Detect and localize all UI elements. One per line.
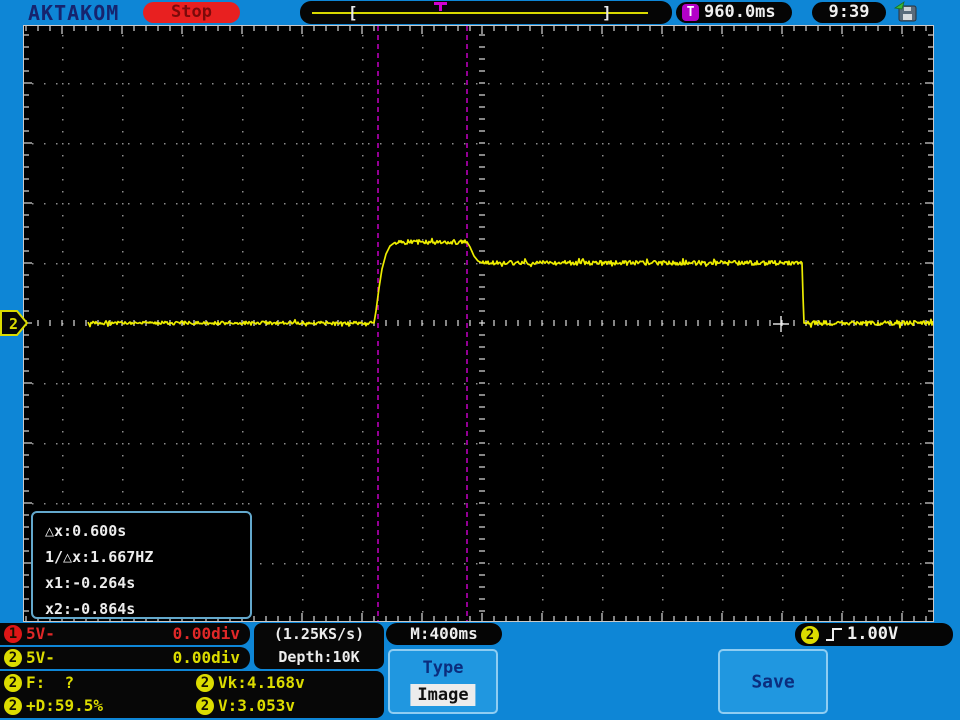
- channel1-scale: 5V-: [26, 624, 55, 643]
- run-state-badge: Stop: [143, 2, 240, 23]
- trigger-marker-stem: [439, 5, 442, 11]
- channel1-status-row: 1 5V- 0.00div: [0, 623, 250, 645]
- meas-frequency: 2 F: ?: [0, 672, 190, 694]
- trigger-source-badge: 2: [801, 625, 819, 644]
- type-button-label: Type: [422, 658, 464, 678]
- trigger-level-value: 1.00V: [847, 624, 899, 644]
- meas-channel-badge: 2: [196, 674, 214, 692]
- clock: 9:39: [812, 2, 886, 23]
- save-button[interactable]: Save: [718, 649, 828, 714]
- meas-channel-badge: 2: [4, 697, 22, 715]
- timebase-badge: M:400ms: [386, 623, 502, 645]
- save-to-disk-icon: [893, 1, 917, 22]
- window-left-bracket-icon: [: [348, 3, 358, 22]
- meas-vk: 2 Vk:4.168v: [192, 672, 382, 694]
- meas-channel-badge: 2: [196, 697, 214, 715]
- meas-duty: 2 +D:59.5%: [0, 695, 190, 717]
- meas-vk-value: Vk:4.168v: [218, 673, 305, 692]
- cursor-x1: x1:-0.264s: [45, 574, 136, 592]
- cursor-inverse-dx: 1/△x:1.667HZ: [45, 548, 154, 566]
- trigger-position-bar: [ ]: [300, 1, 672, 24]
- cursor-measurement-box: △x:0.600s 1/△x:1.667HZ x1:-0.264s x2:-0.…: [31, 511, 252, 619]
- oscilloscope-screen: AKTAKOM Stop [ ] T 960.0ms 9:39 △x:0.600…: [0, 0, 960, 720]
- channel1-badge: 1: [4, 625, 22, 643]
- measurements-box: 2 F: ? 2 Vk:4.168v 2 +D:59.5% 2 V:3.053v: [0, 671, 384, 718]
- channel2-marker-label: 2: [9, 315, 18, 333]
- trigger-settings-badge: 2 1.00V: [795, 623, 953, 646]
- save-button-label: Save: [751, 671, 795, 692]
- meas-v: 2 V:3.053v: [192, 695, 382, 717]
- meas-frequency-value: F: ?: [26, 673, 75, 692]
- cursor-dx: △x:0.600s: [45, 522, 127, 540]
- meas-v-value: V:3.053v: [218, 696, 296, 715]
- channel2-scale: 5V-: [26, 648, 55, 667]
- record-window-line: [312, 12, 648, 14]
- trigger-t-icon: T: [682, 4, 699, 21]
- channel2-ground-marker: 2: [0, 310, 29, 336]
- trigger-time-value: 960.0ms: [704, 2, 776, 22]
- meas-duty-value: +D:59.5%: [26, 696, 104, 715]
- channel2-badge: 2: [4, 649, 22, 667]
- type-button-value: Image: [410, 684, 476, 706]
- brand-logo: AKTAKOM: [28, 1, 120, 25]
- type-menu-button[interactable]: Type Image: [388, 649, 498, 714]
- rising-edge-icon: [826, 628, 842, 641]
- cursor-x2: x2:-0.864s: [45, 600, 136, 618]
- waveform-display: △x:0.600s 1/△x:1.667HZ x1:-0.264s x2:-0.…: [23, 25, 934, 622]
- window-right-bracket-icon: ]: [602, 3, 612, 22]
- meas-channel-badge: 2: [4, 674, 22, 692]
- channel2-status-row: 2 5V- 0.00div: [0, 647, 250, 669]
- channel2-offset: 0.00div: [172, 648, 240, 667]
- sample-rate: (1.25KS/s): [273, 625, 365, 643]
- trigger-time-badge: T 960.0ms: [676, 2, 792, 23]
- memory-depth: Depth:10K: [278, 648, 360, 666]
- acquisition-info-box: (1.25KS/s) Depth:10K: [254, 623, 384, 669]
- channel1-offset: 0.00div: [172, 624, 240, 643]
